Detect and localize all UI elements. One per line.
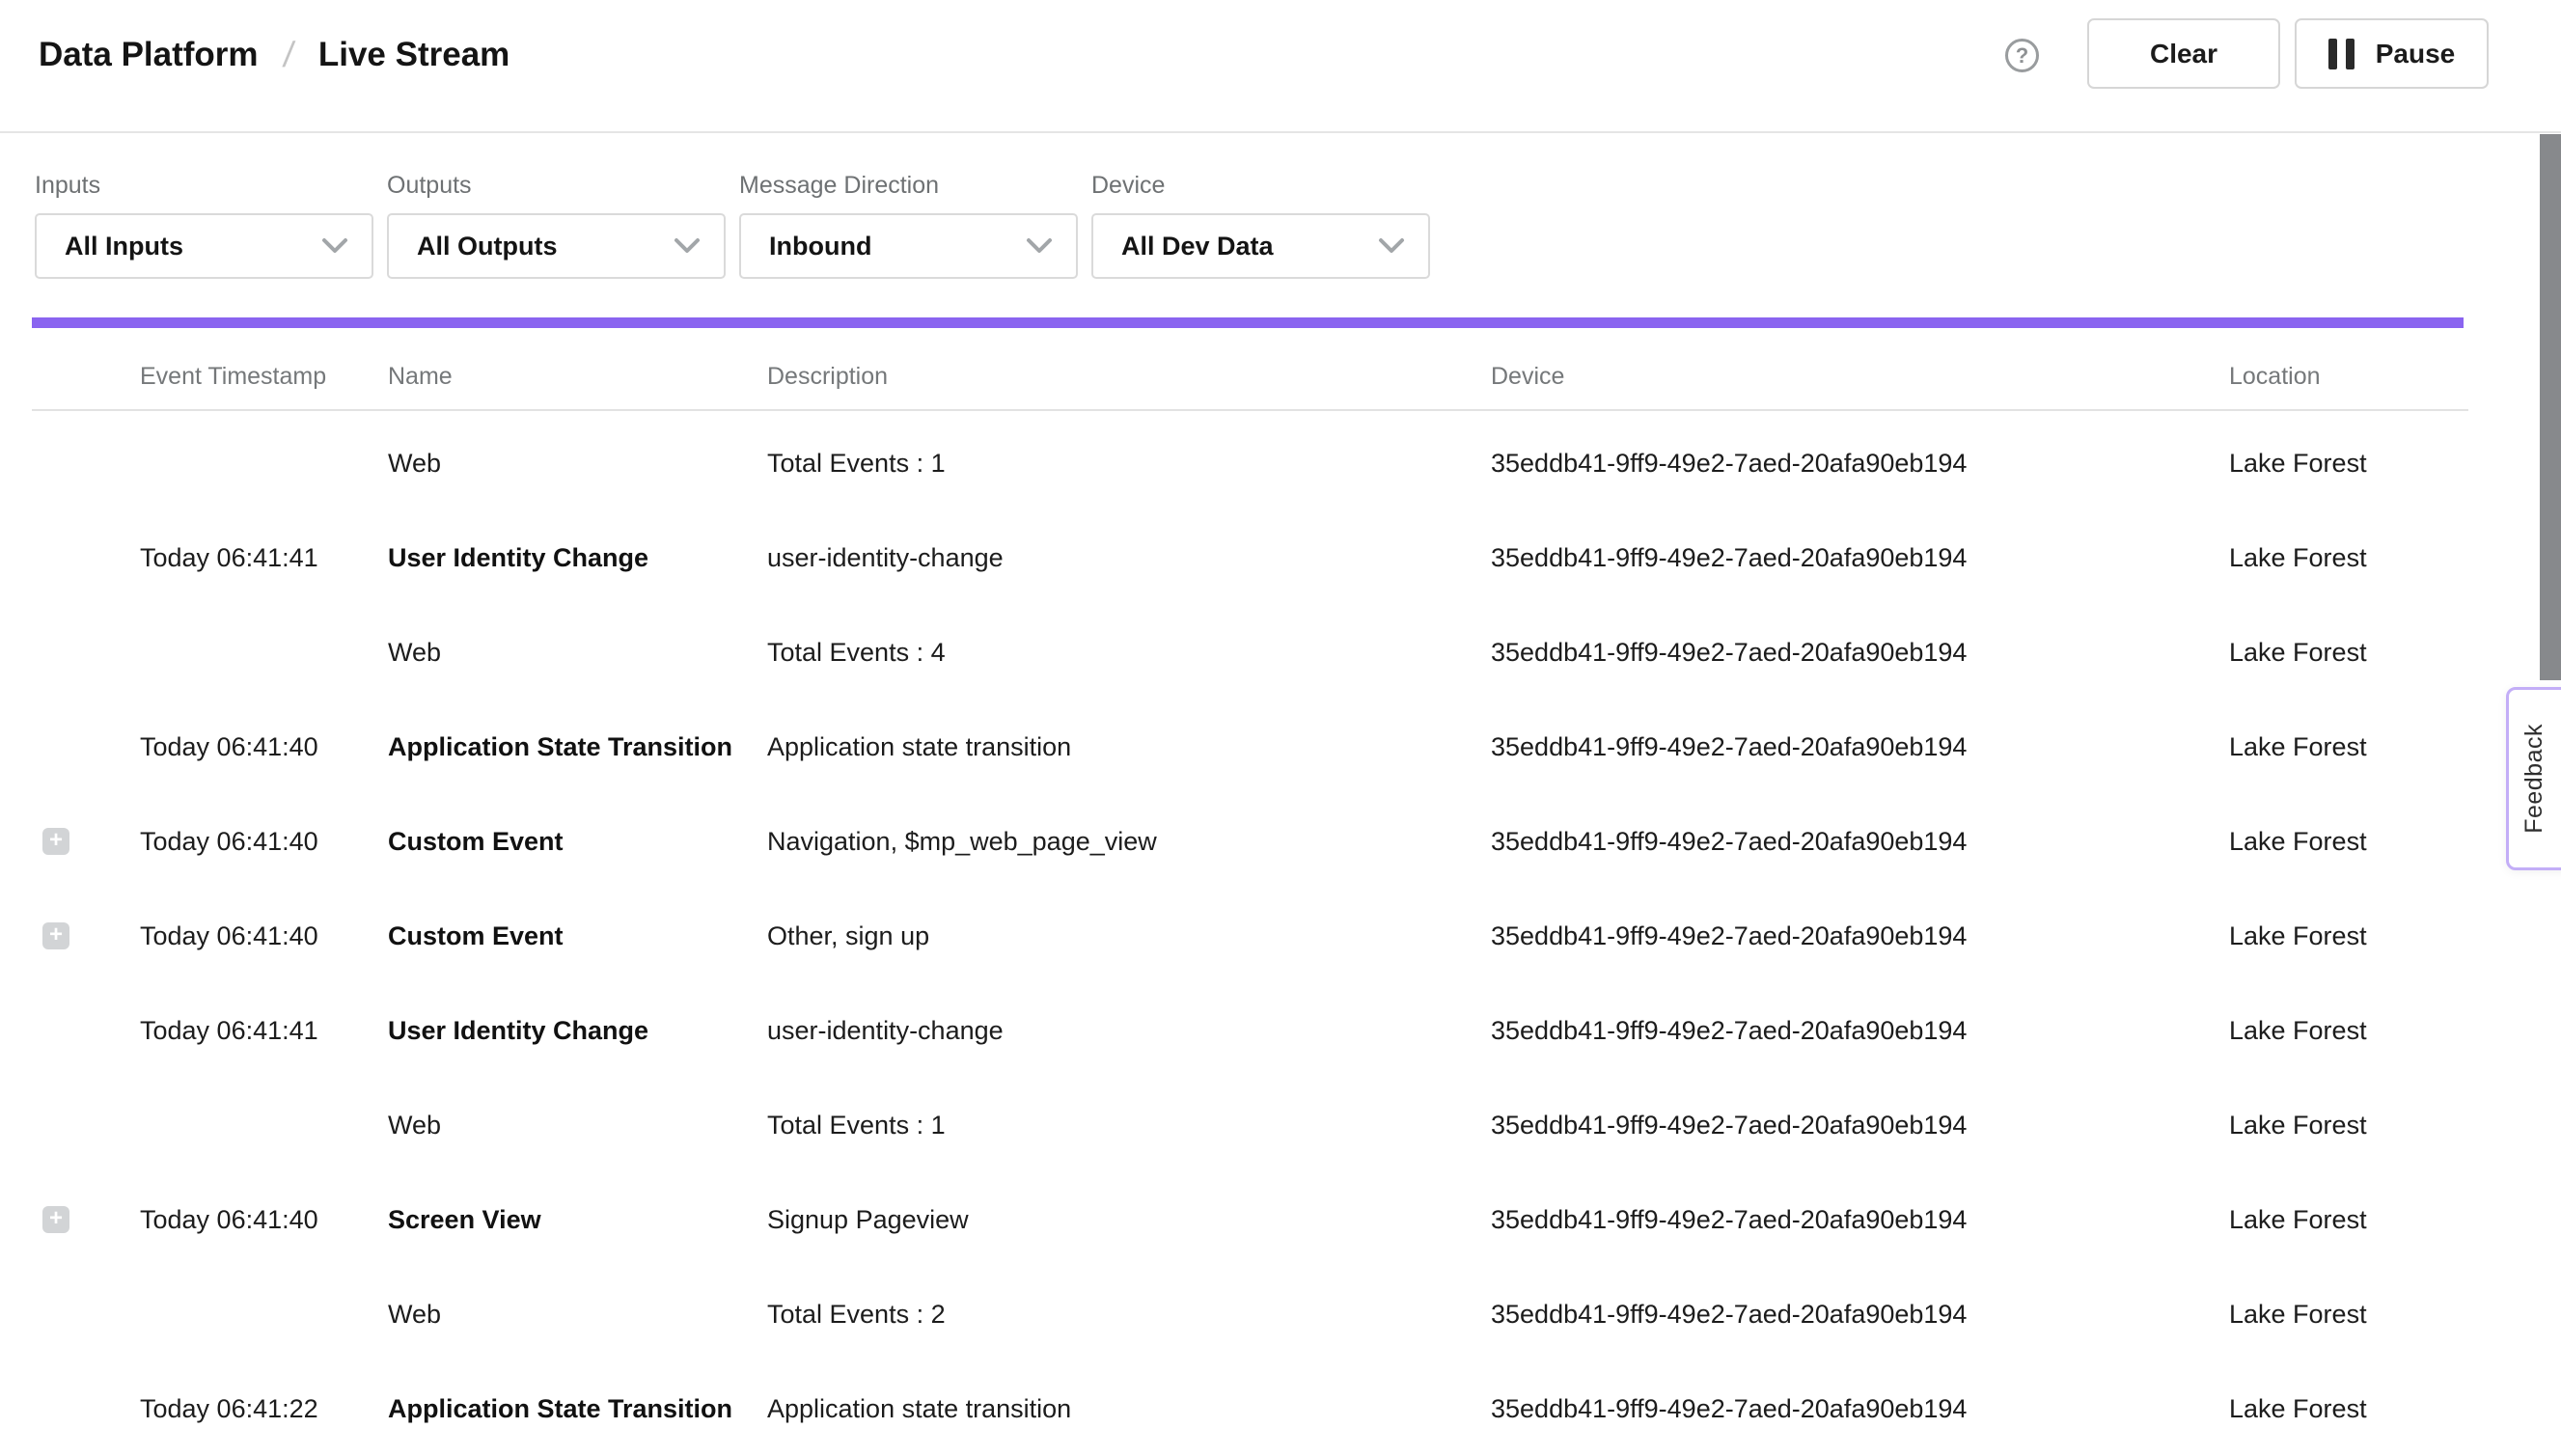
- event-name-cell: User Identity Change: [388, 983, 759, 1078]
- device-cell: 35eddb41-9ff9-49e2-7aed-20afa90eb194: [1491, 700, 2219, 794]
- event-description-cell: Total Events : 1: [767, 416, 1481, 510]
- event-name-cell: Custom Event: [388, 889, 759, 983]
- location-cell: Lake Forest: [2229, 889, 2470, 983]
- device-cell: 35eddb41-9ff9-49e2-7aed-20afa90eb194: [1491, 1078, 2219, 1172]
- live-stream-page: Data Platform / Live Stream ? Clear Paus…: [0, 0, 2561, 1434]
- location-cell: Lake Forest: [2229, 794, 2470, 889]
- device-cell: 35eddb41-9ff9-49e2-7aed-20afa90eb194: [1491, 1172, 2219, 1267]
- location-cell: Lake Forest: [2229, 416, 2470, 510]
- table-row[interactable]: WebTotal Events : 235eddb41-9ff9-49e2-7a…: [0, 1267, 2561, 1361]
- expand-row-button[interactable]: +: [42, 922, 69, 949]
- event-timestamp-cell: Today 06:41:40: [140, 889, 381, 983]
- event-description-cell: user-identity-change: [767, 510, 1481, 605]
- event-description-cell: Total Events : 1: [767, 1078, 1481, 1172]
- event-timestamp-cell: [140, 1267, 381, 1361]
- device-cell: 35eddb41-9ff9-49e2-7aed-20afa90eb194: [1491, 605, 2219, 700]
- event-description-cell: Total Events : 4: [767, 605, 1481, 700]
- device-cell: 35eddb41-9ff9-49e2-7aed-20afa90eb194: [1491, 983, 2219, 1078]
- table-row[interactable]: Today 06:41:40Application State Transiti…: [0, 700, 2561, 794]
- device-cell: 35eddb41-9ff9-49e2-7aed-20afa90eb194: [1491, 889, 2219, 983]
- expand-cell: +: [42, 889, 129, 983]
- event-description-cell: Total Events : 2: [767, 1267, 1481, 1361]
- event-description-cell: Signup Pageview: [767, 1172, 1481, 1267]
- location-cell: Lake Forest: [2229, 700, 2470, 794]
- expand-cell: +: [42, 1172, 129, 1267]
- location-cell: Lake Forest: [2229, 1267, 2470, 1361]
- feedback-tab[interactable]: Feedback: [2506, 687, 2561, 870]
- table-row[interactable]: WebTotal Events : 435eddb41-9ff9-49e2-7a…: [0, 605, 2561, 700]
- table-row[interactable]: Today 06:41:41User Identity Changeuser-i…: [0, 983, 2561, 1078]
- event-timestamp-cell: Today 06:41:40: [140, 1172, 381, 1267]
- device-cell: 35eddb41-9ff9-49e2-7aed-20afa90eb194: [1491, 1267, 2219, 1361]
- event-timestamp-cell: Today 06:41:40: [140, 794, 381, 889]
- event-rows: WebTotal Events : 135eddb41-9ff9-49e2-7a…: [0, 0, 2561, 1434]
- location-cell: Lake Forest: [2229, 1361, 2470, 1456]
- event-timestamp-cell: Today 06:41:40: [140, 700, 381, 794]
- table-row[interactable]: Today 06:41:22Application State Transiti…: [0, 1361, 2561, 1456]
- event-name-cell: Web: [388, 605, 759, 700]
- location-cell: Lake Forest: [2229, 1078, 2470, 1172]
- event-name-cell: Web: [388, 416, 759, 510]
- location-cell: Lake Forest: [2229, 1172, 2470, 1267]
- event-timestamp-cell: [140, 416, 381, 510]
- device-cell: 35eddb41-9ff9-49e2-7aed-20afa90eb194: [1491, 794, 2219, 889]
- event-description-cell: Application state transition: [767, 700, 1481, 794]
- event-description-cell: Navigation, $mp_web_page_view: [767, 794, 1481, 889]
- event-timestamp-cell: [140, 605, 381, 700]
- event-name-cell: Custom Event: [388, 794, 759, 889]
- location-cell: Lake Forest: [2229, 983, 2470, 1078]
- event-name-cell: Web: [388, 1078, 759, 1172]
- event-description-cell: user-identity-change: [767, 983, 1481, 1078]
- expand-row-button[interactable]: +: [42, 828, 69, 855]
- event-description-cell: Application state transition: [767, 1361, 1481, 1456]
- location-cell: Lake Forest: [2229, 605, 2470, 700]
- device-cell: 35eddb41-9ff9-49e2-7aed-20afa90eb194: [1491, 1361, 2219, 1456]
- table-row[interactable]: WebTotal Events : 135eddb41-9ff9-49e2-7a…: [0, 1078, 2561, 1172]
- table-row[interactable]: + Today 06:41:40Screen ViewSignup Pagevie…: [0, 1172, 2561, 1267]
- location-cell: Lake Forest: [2229, 510, 2470, 605]
- feedback-tab-label: Feedback: [2520, 724, 2548, 834]
- device-cell: 35eddb41-9ff9-49e2-7aed-20afa90eb194: [1491, 416, 2219, 510]
- event-timestamp-cell: Today 06:41:41: [140, 510, 381, 605]
- event-description-cell: Other, sign up: [767, 889, 1481, 983]
- event-name-cell: Web: [388, 1267, 759, 1361]
- event-name-cell: User Identity Change: [388, 510, 759, 605]
- vertical-scrollbar[interactable]: [2540, 134, 2561, 680]
- table-row[interactable]: WebTotal Events : 135eddb41-9ff9-49e2-7a…: [0, 416, 2561, 510]
- event-timestamp-cell: Today 06:41:22: [140, 1361, 381, 1456]
- event-name-cell: Screen View: [388, 1172, 759, 1267]
- event-timestamp-cell: Today 06:41:41: [140, 983, 381, 1078]
- event-name-cell: Application State Transition: [388, 1361, 759, 1456]
- table-row[interactable]: + Today 06:41:40Custom EventNavigation, $…: [0, 794, 2561, 889]
- device-cell: 35eddb41-9ff9-49e2-7aed-20afa90eb194: [1491, 510, 2219, 605]
- expand-cell: +: [42, 794, 129, 889]
- table-row[interactable]: + Today 06:41:40Custom EventOther, sign u…: [0, 889, 2561, 983]
- expand-row-button[interactable]: +: [42, 1206, 69, 1233]
- event-timestamp-cell: [140, 1078, 381, 1172]
- table-row[interactable]: Today 06:41:41User Identity Changeuser-i…: [0, 510, 2561, 605]
- event-name-cell: Application State Transition: [388, 700, 759, 794]
